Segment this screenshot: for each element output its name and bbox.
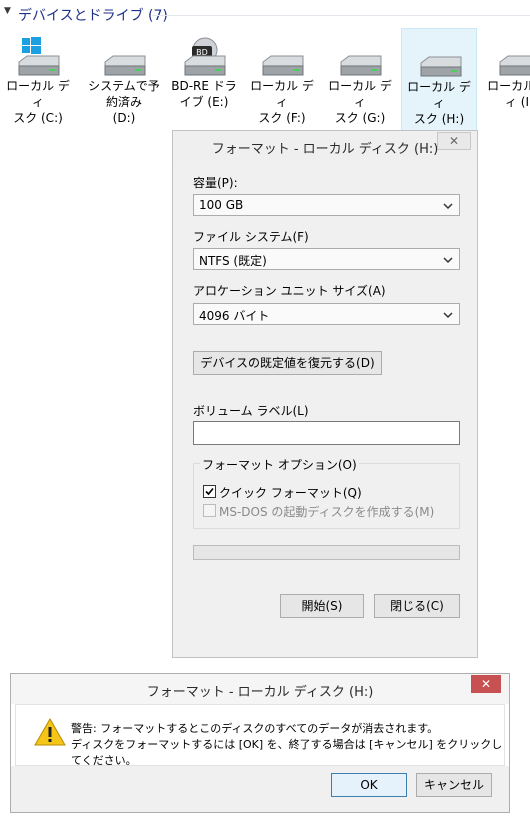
warning-dialog: フォーマット - ローカル ディスク (H:) ✕ 警告: フォーマットするとこ… (10, 673, 510, 813)
capacity-label: 容量(P): (193, 176, 238, 190)
hard-drive-icon (102, 36, 148, 78)
restore-defaults-button[interactable]: デバイスの既定値を復元する(D) (193, 351, 382, 375)
quick-format-checkbox[interactable] (203, 485, 216, 498)
drive-item[interactable]: ローカル ディ スク (C:) (0, 28, 76, 132)
capacity-select[interactable]: 100 GB (193, 194, 460, 216)
drive-item[interactable]: ローカル デ ィ (I: (481, 28, 530, 132)
warning-dialog-title: フォーマット - ローカル ディスク (H:) (146, 685, 374, 700)
drive-item[interactable]: システムで予 約済み (D:) (86, 28, 162, 132)
drive-label: ローカル ディ スク (F:) (250, 79, 314, 125)
hard-drive-icon (338, 36, 384, 78)
warning-dialog-footer: OK キャンセル (11, 766, 509, 812)
hard-drive-icon (418, 37, 464, 79)
drive-label: ローカル デ ィ (I: (487, 79, 530, 109)
checkmark-icon (205, 487, 214, 496)
chevron-down-icon (443, 203, 453, 210)
capacity-value: 100 GB (199, 198, 244, 212)
filesystem-value: NTFS (既定) (199, 254, 267, 268)
close-icon: ✕ (480, 677, 492, 691)
chevron-down-icon[interactable]: ▼ (4, 6, 11, 16)
drive-label: システムで予 約済み (D:) (88, 79, 160, 125)
msdos-startup-label: MS-DOS の起動ディスクを作成する(M) (219, 505, 435, 519)
close-button[interactable]: 閉じる(C) (374, 594, 460, 618)
hard-drive-icon (497, 36, 530, 78)
format-progress-bar (193, 545, 460, 560)
warning-message-line-2: ディスクをフォーマットするには [OK] を、終了する場合は [キャンセル] を… (71, 738, 503, 767)
filesystem-select[interactable]: NTFS (既定) (193, 248, 460, 270)
chevron-down-icon (443, 257, 453, 264)
format-dialog: フォーマット - ローカル ディスク (H:) ✕ 容量(P): 100 GB … (172, 130, 478, 658)
drive-item[interactable]: BD BD-RE ドラ イブ (E:) (166, 28, 242, 132)
format-dialog-close-button[interactable]: ✕ (437, 132, 471, 150)
drive-label: ローカル ディ スク (C:) (6, 79, 70, 125)
allocation-size-value: 4096 バイト (199, 309, 270, 323)
cancel-button[interactable]: キャンセル (416, 773, 492, 797)
format-options-label: フォーマット オプション(O) (200, 456, 359, 473)
filesystem-label: ファイル システム(F) (193, 230, 309, 244)
section-header[interactable]: ▼ デバイスとドライブ (7) (0, 0, 530, 30)
warning-message-line-1: 警告: フォーマットするとこのディスクのすべてのデータが消去されます。 (71, 722, 439, 735)
drive-label: ローカル ディ スク (G:) (328, 79, 392, 125)
bd-drive-icon: BD (182, 36, 228, 78)
warning-icon (34, 717, 66, 746)
drive-item[interactable]: ローカル ディ スク (G:) (322, 28, 398, 132)
warning-message-area: 警告: フォーマットするとこのディスクのすべてのデータが消去されます。 ディスク… (15, 704, 505, 767)
drive-item[interactable]: ローカル ディ スク (F:) (244, 28, 320, 132)
warning-dialog-titlebar[interactable]: フォーマット - ローカル ディスク (H:) ✕ (11, 674, 509, 704)
drive-label: ローカル ディ スク (H:) (407, 80, 471, 126)
allocation-size-label: アロケーション ユニット サイズ(A) (193, 284, 386, 298)
msdos-startup-checkbox[interactable] (203, 504, 216, 517)
allocation-size-select[interactable]: 4096 バイト (193, 303, 460, 325)
close-icon: ✕ (448, 134, 460, 148)
start-button[interactable]: 開始(S) (280, 594, 364, 618)
volume-label-input[interactable] (193, 421, 460, 445)
windows-drive-icon (16, 36, 62, 78)
format-dialog-title: フォーマット - ローカル ディスク (H:) (211, 142, 439, 157)
section-divider (152, 15, 530, 16)
hard-drive-icon (260, 36, 306, 78)
drive-label: BD-RE ドラ イブ (E:) (171, 79, 237, 109)
warning-dialog-close-button[interactable]: ✕ (471, 675, 501, 693)
ok-button[interactable]: OK (331, 773, 407, 797)
chevron-down-icon (443, 312, 453, 319)
section-title: デバイスとドライブ (7) (18, 8, 168, 24)
volume-label-label: ボリューム ラベル(L) (193, 404, 309, 418)
drive-item[interactable]: ローカル ディ スク (H:) (401, 28, 477, 132)
format-dialog-titlebar[interactable]: フォーマット - ローカル ディスク (H:) ✕ (173, 131, 477, 161)
quick-format-label: クイック フォーマット(Q) (219, 486, 362, 500)
